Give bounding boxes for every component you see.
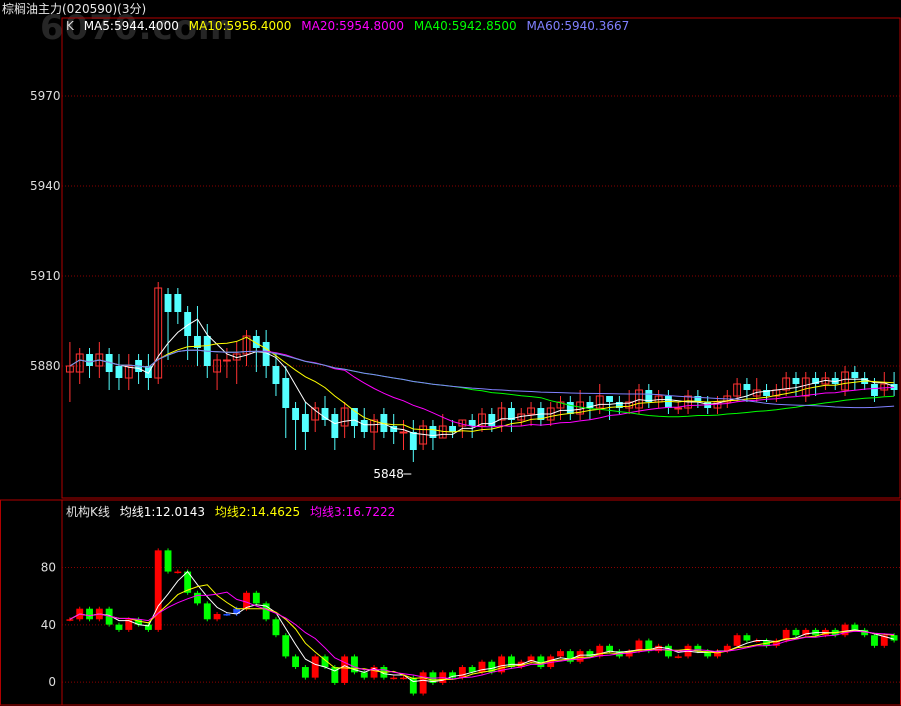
sub-y-tick-label-40: 40: [41, 618, 56, 632]
sub-bar-34: [400, 677, 407, 680]
sub-bar-74: [792, 629, 800, 636]
candle-body-30: [360, 420, 368, 432]
candle-body-26: [321, 408, 329, 420]
sub-y-tick-label-0: 0: [48, 675, 56, 689]
sub-bar-0: [66, 619, 74, 621]
sub-bar-48: [537, 656, 545, 668]
sub-bar-5: [115, 624, 123, 630]
sub-bar-69: [743, 635, 751, 641]
candle-body-16: [222, 359, 231, 362]
sub-bar-33: [390, 677, 398, 680]
candle-body-23: [292, 408, 300, 420]
sub-bar-24: [301, 667, 309, 678]
candle-body-10: [164, 294, 172, 312]
sub-bar-15: [213, 614, 221, 620]
candle-body-69: [743, 384, 751, 390]
candle-body-41: [468, 420, 476, 426]
sub-bar-55: [606, 645, 613, 652]
sub-bar-10: [164, 550, 172, 572]
sub-bar-21: [272, 619, 280, 636]
candle-body-55: [606, 396, 613, 402]
sub-bar-50: [557, 651, 564, 657]
candle-body-35: [409, 432, 417, 450]
sub-bar-62: [674, 656, 682, 658]
sub-bar-53: [586, 651, 594, 657]
candle-body-62: [674, 407, 683, 410]
sub-bar-30: [360, 672, 368, 678]
sub-bar-80: [851, 624, 859, 630]
sub-bar-82: [871, 635, 878, 646]
candle-body-24: [301, 414, 309, 432]
low-price-label: 5848: [373, 467, 404, 481]
sub-bar-61: [664, 645, 672, 657]
kline-chart: 5880 5910 5940 5970 5848 0 40 80: [0, 17, 901, 706]
sub-bar-19: [252, 592, 260, 604]
candle-body-39: [449, 426, 456, 432]
sub-y-tick-label-80: 80: [41, 561, 56, 575]
ma40-line: [69, 349, 895, 418]
candle-body-80: [851, 372, 859, 378]
sub-bar-16: [223, 614, 231, 616]
sub-bar-11: [174, 571, 182, 574]
y-axis: 5880 5910 5940 5970: [30, 89, 61, 373]
sub-bar-23: [292, 656, 300, 668]
candle-body-5: [115, 366, 123, 378]
y-tick-label-5970: 5970: [30, 89, 61, 103]
candle-body-82: [871, 384, 878, 396]
candle-body-34: [399, 431, 408, 434]
annotations: 5848: [373, 467, 412, 481]
sub-bar-2: [86, 608, 93, 620]
candle-body-21: [272, 366, 280, 384]
candle-body-74: [792, 378, 800, 384]
candle-body-2: [86, 354, 93, 366]
sub-bar-84: [890, 635, 898, 641]
sub-bar-13: [194, 592, 201, 604]
sub-bar-68: [733, 635, 741, 646]
sub-bar-9: [154, 550, 162, 630]
sub-chart-group: 0 40 80: [41, 548, 900, 696]
candle-body-37: [429, 426, 437, 438]
candle-body-43: [488, 414, 496, 426]
candle-body-27: [331, 414, 339, 438]
y-tick-label-5910: 5910: [30, 269, 61, 283]
sub-bar-22: [282, 635, 290, 657]
sub-bar-40: [458, 667, 466, 678]
sub-bar-28: [341, 656, 349, 683]
y-tick-label-5940: 5940: [30, 179, 61, 193]
sub-bar-36: [419, 672, 427, 694]
sub-bar-25: [311, 656, 319, 678]
candle-body-22: [282, 378, 290, 408]
y-tick-label-5880: 5880: [30, 359, 61, 373]
candles-group: [65, 282, 898, 462]
candle-body-51: [566, 402, 574, 414]
sub-bar-14: [203, 603, 211, 620]
candle-body-11: [174, 294, 182, 312]
